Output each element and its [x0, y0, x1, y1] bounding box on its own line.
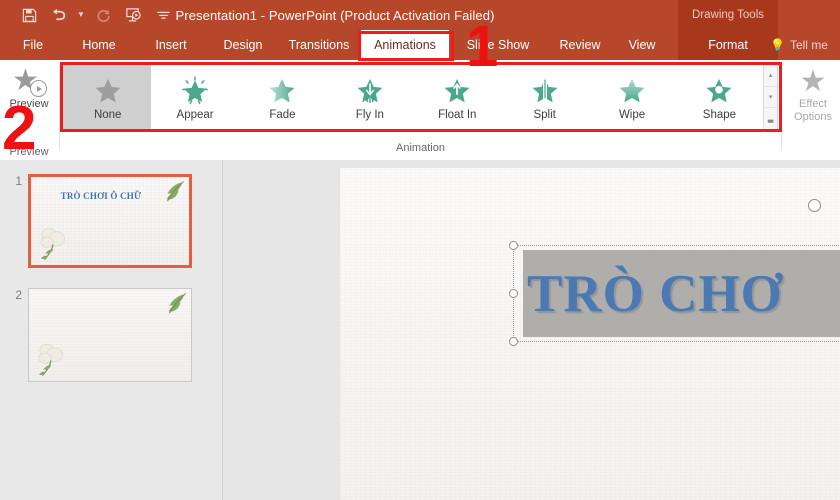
undo-icon[interactable] — [44, 2, 74, 28]
contextual-tools-label: Drawing Tools — [678, 0, 778, 30]
preview-dropdown-icon[interactable]: ▼ — [0, 122, 58, 131]
animation-item-label: Appear — [176, 108, 214, 121]
leaf-decor-icon — [166, 181, 184, 202]
gallery-scroll-up-icon[interactable]: ▴ — [764, 65, 778, 87]
gallery-scroll-down-icon[interactable]: ▾ — [764, 86, 778, 109]
animation-item-label: None — [93, 108, 122, 121]
tab-home[interactable]: Home — [72, 30, 126, 60]
slide-thumbnail-pane[interactable]: 1 TRÒ CHƠI Ô CHỮ 2 — [0, 160, 222, 500]
lightbulb-icon: 💡 — [770, 38, 785, 52]
animation-item-fade[interactable]: Fade — [239, 65, 326, 129]
animation-item-fly-in[interactable]: Fly In — [326, 65, 413, 129]
slide-thumb-frame[interactable] — [28, 288, 192, 382]
preview-button-label: Preview — [9, 98, 49, 110]
title-bar: ▼ Presentation1 - PowerPoint (Product Ac… — [0, 0, 840, 30]
animation-item-label: Fade — [269, 108, 296, 121]
animation-item-shape[interactable]: Shape — [676, 65, 763, 129]
resize-handle-top-left[interactable] — [509, 241, 518, 250]
leaf-decor-icon — [168, 293, 186, 314]
tab-review[interactable]: Review — [552, 30, 608, 60]
animation-item-label: Fly In — [355, 108, 384, 121]
quick-access-toolbar: ▼ — [14, 0, 178, 30]
ribbon-tab-strip: File Home Insert Design Transitions Anim… — [0, 30, 840, 60]
slide-thumb-frame[interactable]: TRÒ CHƠI Ô CHỮ — [28, 174, 192, 268]
start-slideshow-icon[interactable] — [118, 2, 148, 28]
redo-icon — [88, 2, 118, 28]
undo-dropdown-icon[interactable]: ▼ — [74, 2, 88, 28]
selected-text-box[interactable]: TRÒ CHƠ — [509, 241, 840, 346]
group-label-animation: Animation — [396, 142, 445, 154]
gallery-scroll-controls[interactable]: ▴ ▾ ▃ — [763, 65, 778, 130]
animation-gallery[interactable]: None Appear Fade Fly In Float In Split W… — [63, 64, 778, 130]
tab-slide-show[interactable]: Slide Show — [460, 30, 536, 60]
tab-design[interactable]: Design — [214, 30, 272, 60]
slide-canvas[interactable]: TRÒ CHƠ — [340, 168, 840, 500]
slide-thumbnail-2[interactable]: 2 — [4, 288, 192, 382]
star-wipe-icon — [617, 74, 647, 108]
resize-handle-bottom-left[interactable] — [509, 337, 518, 346]
effect-options-label-line1: Effect — [799, 98, 827, 110]
gallery-more-icon[interactable]: ▃ — [764, 108, 778, 130]
tab-file[interactable]: File — [14, 30, 52, 60]
group-separator-2 — [781, 66, 782, 150]
star-appear-icon — [180, 74, 210, 108]
star-fade-icon — [267, 74, 297, 108]
ribbon-group-preview: ★ Preview ▼ Preview — [0, 60, 58, 160]
star-shape-icon — [704, 74, 734, 108]
powerpoint-window: ▼ Presentation1 - PowerPoint (Product Ac… — [0, 0, 840, 500]
animation-item-label: Float In — [438, 108, 477, 121]
save-icon[interactable] — [14, 2, 44, 28]
resize-handle-middle-left[interactable] — [509, 288, 518, 298]
tab-insert[interactable]: Insert — [146, 30, 196, 60]
slide-thumb-title: TRÒ CHƠI Ô CHỮ — [60, 191, 142, 201]
star-none-icon — [93, 74, 123, 108]
tab-transitions[interactable]: Transitions — [280, 30, 358, 60]
effect-options-button: ★ Effect Options — [786, 66, 840, 124]
flower-decor-icon — [38, 343, 63, 376]
rotate-handle[interactable] — [808, 199, 821, 212]
animation-item-label: Split — [533, 108, 556, 121]
star-split-icon — [530, 74, 560, 108]
tab-format[interactable]: Format — [678, 30, 778, 60]
ribbon-group-effect-options: ★ Effect Options — [786, 60, 840, 160]
customize-qat-icon[interactable] — [148, 2, 178, 28]
slide-thumbnail-1[interactable]: 1 TRÒ CHƠI Ô CHỮ — [4, 174, 192, 268]
ribbon: ★ Preview ▼ Preview None Appear Fade Fly… — [0, 60, 840, 161]
flower-decor-icon — [40, 227, 65, 260]
slide-title-text: TRÒ CHƠ — [527, 264, 783, 323]
tab-view[interactable]: View — [620, 30, 664, 60]
group-label-preview: Preview — [9, 146, 49, 158]
tab-animations[interactable]: Animations — [361, 30, 449, 60]
animation-item-wipe[interactable]: Wipe — [588, 65, 675, 129]
preview-button[interactable]: ★ Preview — [3, 64, 55, 126]
star-flyin-icon — [355, 74, 385, 108]
tell-me-box[interactable]: 💡 Tell me — [770, 30, 828, 60]
group-separator-1 — [59, 66, 60, 150]
animation-item-float-in[interactable]: Float In — [414, 65, 501, 129]
animation-item-appear[interactable]: Appear — [151, 65, 238, 129]
slide-number: 1 — [15, 174, 22, 188]
animation-item-label: Shape — [702, 108, 737, 121]
star-floatin-icon — [442, 74, 472, 108]
work-area: 1 TRÒ CHƠI Ô CHỮ 2 TRÒ CHƠ — [0, 160, 840, 500]
animation-item-none[interactable]: None — [64, 65, 152, 129]
slide-number: 2 — [15, 288, 22, 302]
effect-options-label-line2: Options — [794, 111, 832, 123]
preview-star-play-icon: ★ — [12, 66, 47, 98]
canvas-gutter — [223, 160, 340, 500]
star-effect-options-icon: ★ — [799, 65, 827, 98]
animation-item-split[interactable]: Split — [501, 65, 588, 129]
tell-me-label: Tell me — [789, 38, 828, 52]
animation-item-label: Wipe — [618, 108, 646, 121]
